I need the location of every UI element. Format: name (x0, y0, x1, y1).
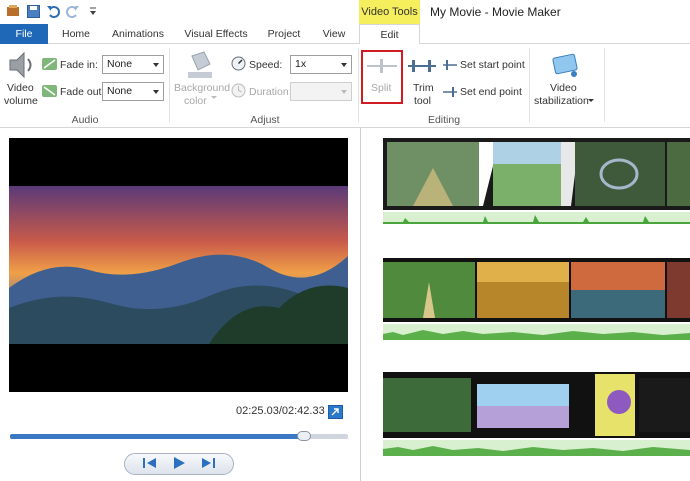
background-color-button[interactable] (184, 48, 216, 80)
speaker-icon (9, 51, 32, 79)
video-volume-label: Video (7, 82, 34, 94)
speed-select[interactable]: 1x (290, 55, 352, 74)
group-divider (604, 48, 605, 122)
set-start-label: Set start point (460, 59, 525, 71)
background-color-label: Background (174, 82, 231, 94)
editing-group-label: Editing (427, 114, 461, 126)
audio-waveform (383, 212, 690, 224)
fade-in-icon (42, 57, 58, 74)
audio-waveform (383, 324, 690, 340)
window-title: My Movie - Movie Maker (430, 5, 561, 19)
background-color-label-2: color (184, 95, 207, 107)
tab-file[interactable]: File (0, 24, 48, 44)
storyboard-row-2[interactable] (383, 258, 690, 322)
stabilization-icon (552, 53, 578, 77)
playback-time: 02:25.03/02:42.33 (236, 405, 325, 417)
tab-animations[interactable]: Animations (104, 24, 172, 44)
fade-out-icon (42, 84, 58, 101)
video-volume-label-2: volume (4, 95, 38, 107)
duration-label: Duration: (249, 86, 292, 98)
tab-project[interactable]: Project (258, 24, 310, 44)
stabilization-label-2: stabilization (534, 95, 589, 107)
next-frame-icon[interactable] (200, 457, 216, 472)
audio-track-2[interactable] (383, 324, 690, 340)
fullscreen-icon[interactable] (328, 405, 343, 422)
chevron-down-icon (153, 90, 159, 94)
save-icon[interactable] (26, 4, 40, 18)
title-bar: Video Tools My Movie - Movie Maker (0, 0, 690, 24)
video-stabilization-button[interactable]: Video stabilization (534, 48, 596, 110)
speed-value: 1x (295, 58, 307, 70)
set-end-label: Set end point (460, 86, 522, 98)
group-divider (169, 48, 170, 122)
play-icon[interactable] (172, 456, 186, 473)
tab-home[interactable]: Home (48, 24, 104, 44)
audio-track-1[interactable] (383, 212, 690, 224)
trim-label-2: tool (414, 95, 431, 107)
trim-icon (408, 60, 436, 72)
chevron-down-icon (341, 90, 347, 94)
chevron-down-icon (588, 99, 594, 102)
tab-edit[interactable]: Edit (359, 24, 420, 45)
set-start-point-button[interactable]: Set start point (443, 58, 525, 72)
fade-out-label: Fade out: (60, 86, 105, 98)
customize-qa-icon[interactable] (86, 4, 100, 18)
fade-in-value: None (107, 58, 133, 70)
chevron-down-icon (341, 63, 347, 67)
fade-in-select[interactable]: None (102, 55, 164, 74)
set-end-point-button[interactable]: Set end point (443, 85, 523, 99)
audio-group-label: Audio (71, 114, 99, 126)
trim-tool-button[interactable]: Trim tool (406, 52, 440, 107)
set-start-icon (443, 60, 457, 70)
split-highlight-box (361, 50, 403, 104)
fade-in-label: Fade in: (60, 59, 98, 71)
video-volume-button[interactable] (6, 50, 38, 80)
speed-label: Speed: (249, 59, 283, 71)
clip-thumbnails (383, 372, 690, 438)
seek-bar-progress (10, 434, 304, 439)
tab-visual-effects[interactable]: Visual Effects (176, 24, 256, 44)
set-end-icon (443, 87, 457, 97)
playback-controls (124, 453, 234, 475)
trim-label: Trim (413, 82, 434, 94)
paint-bucket-icon (188, 51, 212, 78)
app-icon (6, 4, 20, 18)
speedometer-icon (231, 56, 246, 74)
preview-frame-image (9, 138, 348, 392)
audio-track-3[interactable] (383, 440, 690, 456)
quick-access-toolbar (6, 4, 100, 18)
group-divider (529, 48, 530, 122)
chevron-down-icon (153, 63, 159, 67)
tab-view[interactable]: View (312, 24, 356, 44)
fade-out-value: None (107, 85, 133, 97)
stabilization-label: Video (550, 82, 577, 94)
clock-icon (231, 83, 246, 101)
ribbon: Video volume Fade in: None Fade out: Non… (0, 44, 690, 128)
undo-icon[interactable] (46, 4, 60, 18)
duration-select[interactable] (290, 82, 352, 101)
ribbon-tab-row: File Home Animations Visual Effects Proj… (0, 24, 690, 45)
audio-waveform (383, 440, 690, 456)
group-divider (358, 48, 359, 122)
fade-out-select[interactable]: None (102, 82, 164, 101)
redo-icon[interactable] (66, 4, 80, 18)
video-tools-context-tab: Video Tools (359, 0, 420, 24)
seek-bar-thumb[interactable] (297, 431, 311, 441)
storyboard-row-3[interactable] (383, 372, 690, 438)
storyboard-row-1[interactable] (383, 138, 690, 210)
clip-thumbnails (383, 138, 690, 210)
adjust-group-label: Adjust (250, 114, 280, 126)
chevron-down-icon (211, 96, 217, 99)
prev-frame-icon[interactable] (142, 457, 158, 472)
video-preview[interactable] (9, 138, 348, 392)
clip-thumbnails (383, 258, 690, 322)
